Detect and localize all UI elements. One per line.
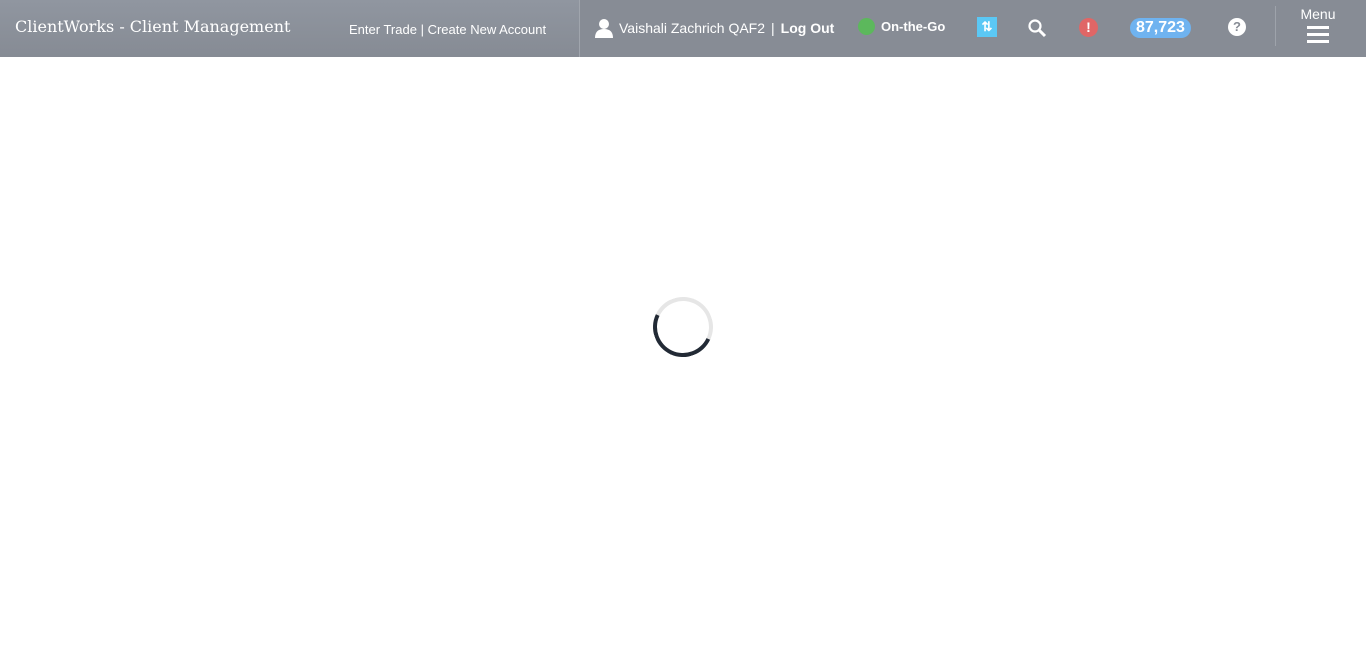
hamburger-icon (1307, 26, 1329, 43)
sync-icon[interactable]: ⇅ (977, 17, 997, 37)
menu-button[interactable]: Menu (1296, 6, 1340, 47)
user-name: Vaishali Zachrich QAF2 (619, 20, 766, 36)
top-header: ClientWorks - Client Management Enter Tr… (0, 0, 1366, 57)
status-label: On-the-Go (881, 19, 946, 34)
help-icon[interactable]: ? (1228, 18, 1246, 36)
quick-links: Enter Trade | Create New Account (349, 22, 546, 37)
create-new-account-link[interactable]: Create New Account (428, 22, 547, 37)
on-the-go-status[interactable]: On-the-Go (858, 18, 945, 35)
user-info: Vaishali Zachrich QAF2 | Log Out (595, 18, 834, 38)
logout-link[interactable]: Log Out (781, 20, 835, 36)
alert-icon[interactable]: ! (1079, 18, 1098, 37)
notification-count-badge[interactable]: 87,723 (1130, 18, 1191, 38)
status-dot-icon (858, 18, 875, 35)
enter-trade-link[interactable]: Enter Trade (349, 22, 417, 37)
user-separator: | (771, 20, 775, 36)
user-icon (595, 19, 613, 38)
loading-spinner (644, 288, 722, 366)
app-title: ClientWorks - Client Management (15, 17, 291, 36)
search-icon[interactable] (1027, 18, 1047, 43)
divider (1275, 6, 1276, 46)
menu-label: Menu (1300, 6, 1336, 22)
link-separator: | (420, 22, 424, 37)
